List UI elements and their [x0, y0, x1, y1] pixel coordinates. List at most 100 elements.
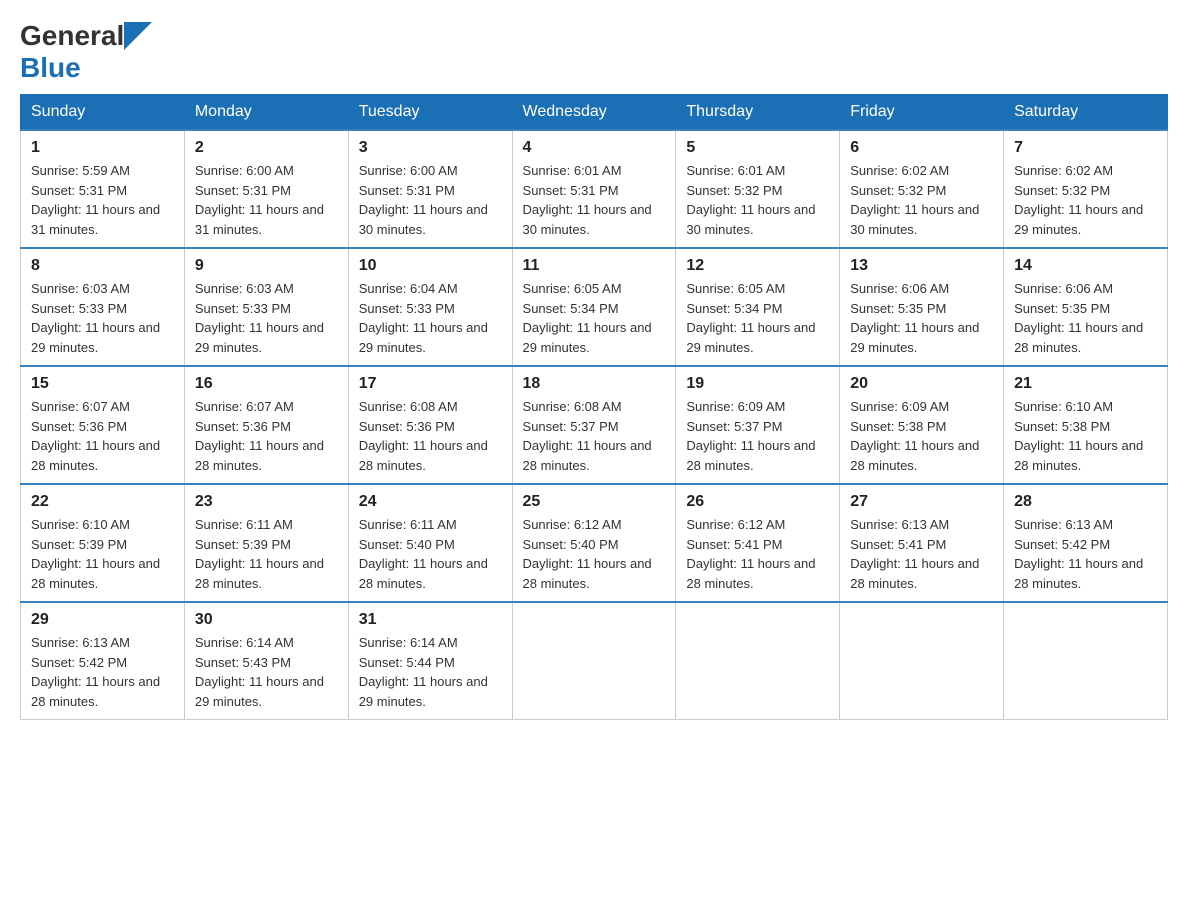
day-info: Sunrise: 6:14 AM Sunset: 5:43 PM Dayligh…	[195, 633, 338, 711]
calendar-week-5: 29 Sunrise: 6:13 AM Sunset: 5:42 PM Dayl…	[21, 602, 1168, 720]
day-info: Sunrise: 6:14 AM Sunset: 5:44 PM Dayligh…	[359, 633, 502, 711]
day-number: 5	[686, 139, 829, 157]
calendar-cell: 29 Sunrise: 6:13 AM Sunset: 5:42 PM Dayl…	[21, 602, 185, 720]
day-number: 2	[195, 139, 338, 157]
day-info: Sunrise: 6:13 AM Sunset: 5:42 PM Dayligh…	[31, 633, 174, 711]
logo-blue-text: Blue	[20, 52, 81, 84]
calendar-cell: 6 Sunrise: 6:02 AM Sunset: 5:32 PM Dayli…	[840, 130, 1004, 248]
day-number: 30	[195, 611, 338, 629]
day-info: Sunrise: 5:59 AM Sunset: 5:31 PM Dayligh…	[31, 161, 174, 239]
day-info: Sunrise: 6:10 AM Sunset: 5:39 PM Dayligh…	[31, 515, 174, 593]
day-info: Sunrise: 6:11 AM Sunset: 5:39 PM Dayligh…	[195, 515, 338, 593]
day-number: 18	[523, 375, 666, 393]
calendar-cell: 2 Sunrise: 6:00 AM Sunset: 5:31 PM Dayli…	[184, 130, 348, 248]
day-info: Sunrise: 6:13 AM Sunset: 5:42 PM Dayligh…	[1014, 515, 1157, 593]
day-info: Sunrise: 6:07 AM Sunset: 5:36 PM Dayligh…	[31, 397, 174, 475]
day-number: 14	[1014, 257, 1157, 275]
day-number: 26	[686, 493, 829, 511]
day-number: 15	[31, 375, 174, 393]
calendar-week-4: 22 Sunrise: 6:10 AM Sunset: 5:39 PM Dayl…	[21, 484, 1168, 602]
day-number: 3	[359, 139, 502, 157]
weekday-header-monday: Monday	[184, 95, 348, 131]
weekday-header-tuesday: Tuesday	[348, 95, 512, 131]
calendar-cell: 27 Sunrise: 6:13 AM Sunset: 5:41 PM Dayl…	[840, 484, 1004, 602]
logo-blue-part	[124, 22, 154, 50]
day-number: 25	[523, 493, 666, 511]
weekday-header-saturday: Saturday	[1004, 95, 1168, 131]
day-number: 31	[359, 611, 502, 629]
day-info: Sunrise: 6:11 AM Sunset: 5:40 PM Dayligh…	[359, 515, 502, 593]
day-info: Sunrise: 6:08 AM Sunset: 5:36 PM Dayligh…	[359, 397, 502, 475]
calendar-cell: 25 Sunrise: 6:12 AM Sunset: 5:40 PM Dayl…	[512, 484, 676, 602]
day-info: Sunrise: 6:12 AM Sunset: 5:41 PM Dayligh…	[686, 515, 829, 593]
day-info: Sunrise: 6:07 AM Sunset: 5:36 PM Dayligh…	[195, 397, 338, 475]
calendar-cell: 14 Sunrise: 6:06 AM Sunset: 5:35 PM Dayl…	[1004, 248, 1168, 366]
calendar-cell: 1 Sunrise: 5:59 AM Sunset: 5:31 PM Dayli…	[21, 130, 185, 248]
calendar-cell	[1004, 602, 1168, 720]
day-info: Sunrise: 6:08 AM Sunset: 5:37 PM Dayligh…	[523, 397, 666, 475]
calendar-cell: 30 Sunrise: 6:14 AM Sunset: 5:43 PM Dayl…	[184, 602, 348, 720]
day-number: 20	[850, 375, 993, 393]
logo-triangle-icon	[124, 22, 152, 50]
calendar-cell: 21 Sunrise: 6:10 AM Sunset: 5:38 PM Dayl…	[1004, 366, 1168, 484]
calendar-cell: 8 Sunrise: 6:03 AM Sunset: 5:33 PM Dayli…	[21, 248, 185, 366]
calendar-cell: 4 Sunrise: 6:01 AM Sunset: 5:31 PM Dayli…	[512, 130, 676, 248]
day-number: 1	[31, 139, 174, 157]
logo: General Blue	[20, 20, 154, 84]
day-info: Sunrise: 6:02 AM Sunset: 5:32 PM Dayligh…	[850, 161, 993, 239]
calendar-cell: 23 Sunrise: 6:11 AM Sunset: 5:39 PM Dayl…	[184, 484, 348, 602]
day-info: Sunrise: 6:01 AM Sunset: 5:32 PM Dayligh…	[686, 161, 829, 239]
day-number: 23	[195, 493, 338, 511]
weekday-header-thursday: Thursday	[676, 95, 840, 131]
day-info: Sunrise: 6:00 AM Sunset: 5:31 PM Dayligh…	[359, 161, 502, 239]
calendar-cell: 7 Sunrise: 6:02 AM Sunset: 5:32 PM Dayli…	[1004, 130, 1168, 248]
day-number: 19	[686, 375, 829, 393]
calendar-cell: 26 Sunrise: 6:12 AM Sunset: 5:41 PM Dayl…	[676, 484, 840, 602]
calendar-cell	[512, 602, 676, 720]
calendar-week-2: 8 Sunrise: 6:03 AM Sunset: 5:33 PM Dayli…	[21, 248, 1168, 366]
calendar-header-row: SundayMondayTuesdayWednesdayThursdayFrid…	[21, 95, 1168, 131]
calendar-cell: 15 Sunrise: 6:07 AM Sunset: 5:36 PM Dayl…	[21, 366, 185, 484]
weekday-header-friday: Friday	[840, 95, 1004, 131]
day-info: Sunrise: 6:09 AM Sunset: 5:37 PM Dayligh…	[686, 397, 829, 475]
day-info: Sunrise: 6:05 AM Sunset: 5:34 PM Dayligh…	[523, 279, 666, 357]
calendar-cell: 5 Sunrise: 6:01 AM Sunset: 5:32 PM Dayli…	[676, 130, 840, 248]
calendar-cell: 20 Sunrise: 6:09 AM Sunset: 5:38 PM Dayl…	[840, 366, 1004, 484]
day-number: 12	[686, 257, 829, 275]
day-number: 10	[359, 257, 502, 275]
calendar-cell: 18 Sunrise: 6:08 AM Sunset: 5:37 PM Dayl…	[512, 366, 676, 484]
day-info: Sunrise: 6:10 AM Sunset: 5:38 PM Dayligh…	[1014, 397, 1157, 475]
day-info: Sunrise: 6:03 AM Sunset: 5:33 PM Dayligh…	[195, 279, 338, 357]
page-header: General Blue	[20, 20, 1168, 84]
day-number: 16	[195, 375, 338, 393]
day-info: Sunrise: 6:12 AM Sunset: 5:40 PM Dayligh…	[523, 515, 666, 593]
calendar-cell: 16 Sunrise: 6:07 AM Sunset: 5:36 PM Dayl…	[184, 366, 348, 484]
day-number: 11	[523, 257, 666, 275]
calendar-cell: 24 Sunrise: 6:11 AM Sunset: 5:40 PM Dayl…	[348, 484, 512, 602]
calendar-cell: 22 Sunrise: 6:10 AM Sunset: 5:39 PM Dayl…	[21, 484, 185, 602]
day-number: 7	[1014, 139, 1157, 157]
calendar-week-3: 15 Sunrise: 6:07 AM Sunset: 5:36 PM Dayl…	[21, 366, 1168, 484]
day-number: 13	[850, 257, 993, 275]
day-number: 28	[1014, 493, 1157, 511]
day-info: Sunrise: 6:03 AM Sunset: 5:33 PM Dayligh…	[31, 279, 174, 357]
calendar-cell: 10 Sunrise: 6:04 AM Sunset: 5:33 PM Dayl…	[348, 248, 512, 366]
calendar-cell: 28 Sunrise: 6:13 AM Sunset: 5:42 PM Dayl…	[1004, 484, 1168, 602]
calendar-week-1: 1 Sunrise: 5:59 AM Sunset: 5:31 PM Dayli…	[21, 130, 1168, 248]
weekday-header-wednesday: Wednesday	[512, 95, 676, 131]
calendar-cell: 12 Sunrise: 6:05 AM Sunset: 5:34 PM Dayl…	[676, 248, 840, 366]
day-number: 17	[359, 375, 502, 393]
calendar-cell: 19 Sunrise: 6:09 AM Sunset: 5:37 PM Dayl…	[676, 366, 840, 484]
day-number: 21	[1014, 375, 1157, 393]
calendar-cell	[840, 602, 1004, 720]
day-number: 24	[359, 493, 502, 511]
calendar-cell: 13 Sunrise: 6:06 AM Sunset: 5:35 PM Dayl…	[840, 248, 1004, 366]
day-number: 29	[31, 611, 174, 629]
calendar-cell: 17 Sunrise: 6:08 AM Sunset: 5:36 PM Dayl…	[348, 366, 512, 484]
weekday-header-sunday: Sunday	[21, 95, 185, 131]
day-number: 9	[195, 257, 338, 275]
calendar-table: SundayMondayTuesdayWednesdayThursdayFrid…	[20, 94, 1168, 720]
day-number: 22	[31, 493, 174, 511]
calendar-cell: 3 Sunrise: 6:00 AM Sunset: 5:31 PM Dayli…	[348, 130, 512, 248]
day-info: Sunrise: 6:00 AM Sunset: 5:31 PM Dayligh…	[195, 161, 338, 239]
